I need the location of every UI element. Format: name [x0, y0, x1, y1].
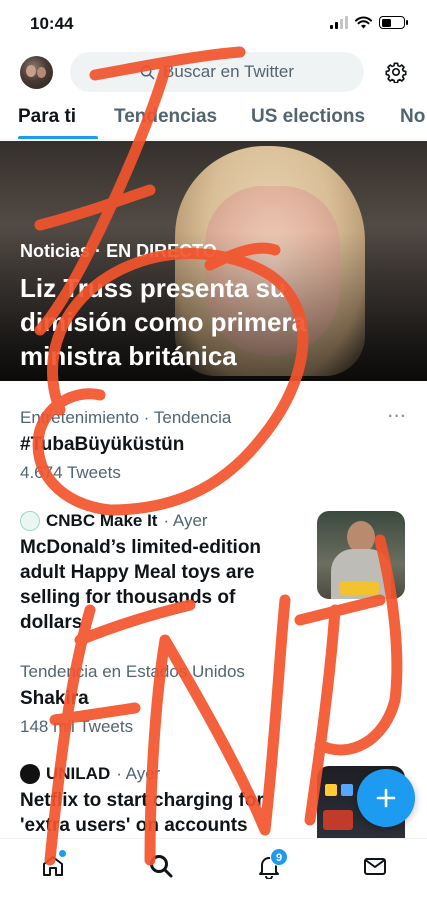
news-title: McDonald’s limited-edition adult Happy M…: [20, 537, 262, 633]
hero-title: Liz Truss presenta su dimisión como prim…: [20, 273, 307, 371]
trend-context: Entretenimiento · Tendencia: [20, 408, 232, 427]
tab-noticias[interactable]: No: [400, 106, 425, 128]
nav-notifications[interactable]: 9: [256, 848, 288, 880]
status-bar: 10:44: [0, 0, 427, 48]
news-thumbnail: [317, 511, 405, 599]
explore-tabs: Para ti Tendencias US elections No: [0, 96, 427, 140]
compose-button[interactable]: [357, 769, 415, 827]
home-unread-dot: [59, 850, 66, 857]
news-source: UNILAD · Ayer: [20, 764, 300, 784]
bottom-nav: 9: [0, 838, 427, 900]
trend-item[interactable]: Entretenimiento · Tendencia #TubaBüyüküs…: [20, 408, 407, 483]
trend-context: Tendencia en Estados Unidos: [20, 662, 245, 681]
user-avatar[interactable]: [20, 56, 53, 89]
top-bar: Buscar en Twitter: [0, 48, 427, 96]
notifications-badge: 9: [270, 848, 288, 866]
cnbc-logo-icon: [20, 511, 40, 531]
trend-item-shakira[interactable]: Tendencia en Estados Unidos Shakira 148 …: [20, 662, 407, 737]
news-item-unilad[interactable]: UNILAD · Ayer Netflix to start charging …: [20, 764, 300, 838]
nav-explore[interactable]: [148, 853, 174, 879]
hero-separator: ·: [95, 241, 102, 261]
hero-meta: Noticias · EN DIRECTO: [20, 241, 217, 262]
plus-icon: [376, 788, 396, 808]
mail-icon: [364, 858, 386, 875]
search-placeholder: Buscar en Twitter: [162, 62, 295, 81]
news-source: CNBC Make It · Ayer: [20, 511, 300, 531]
nav-home[interactable]: [40, 850, 66, 879]
news-time: · Ayer: [116, 764, 161, 783]
unilad-logo-icon: [20, 764, 40, 784]
hero-category: Noticias: [20, 241, 91, 261]
hero-news-card[interactable]: Noticias · EN DIRECTO Liz Truss presenta…: [0, 141, 427, 381]
nav-messages[interactable]: [362, 853, 388, 879]
news-source-name: UNILAD: [46, 764, 111, 783]
tab-para-ti[interactable]: Para ti: [18, 106, 76, 128]
active-tab-indicator: [18, 136, 98, 139]
search-icon: [150, 855, 173, 878]
news-time: · Ayer: [163, 511, 208, 530]
more-options-icon[interactable]: ···: [388, 408, 407, 426]
status-icons: [330, 16, 408, 29]
trend-name: Shakira: [20, 688, 89, 709]
trend-name: #TubaBüyüküstün: [20, 434, 185, 455]
tab-tendencias[interactable]: Tendencias: [114, 106, 217, 128]
news-item-cnbc[interactable]: CNBC Make It · Ayer McDonald’s limited-e…: [20, 511, 300, 635]
search-icon: [140, 65, 155, 79]
trend-count: 148 mil Tweets: [20, 717, 134, 736]
tab-us-elections[interactable]: US elections: [251, 106, 365, 128]
wifi-icon: [355, 16, 372, 29]
search-bar[interactable]: Buscar en Twitter: [70, 52, 364, 92]
gear-icon[interactable]: [385, 61, 407, 83]
trend-count: 4.674 Tweets: [20, 463, 121, 482]
news-source-name: CNBC Make It: [46, 511, 158, 530]
hero-live-label: EN DIRECTO: [106, 241, 217, 261]
news-title: Netflix to start charging for 'extra use…: [20, 790, 264, 836]
signal-icon: [330, 16, 348, 29]
status-time: 10:44: [30, 14, 74, 33]
battery-level: [381, 18, 391, 27]
battery-icon: [379, 16, 408, 29]
